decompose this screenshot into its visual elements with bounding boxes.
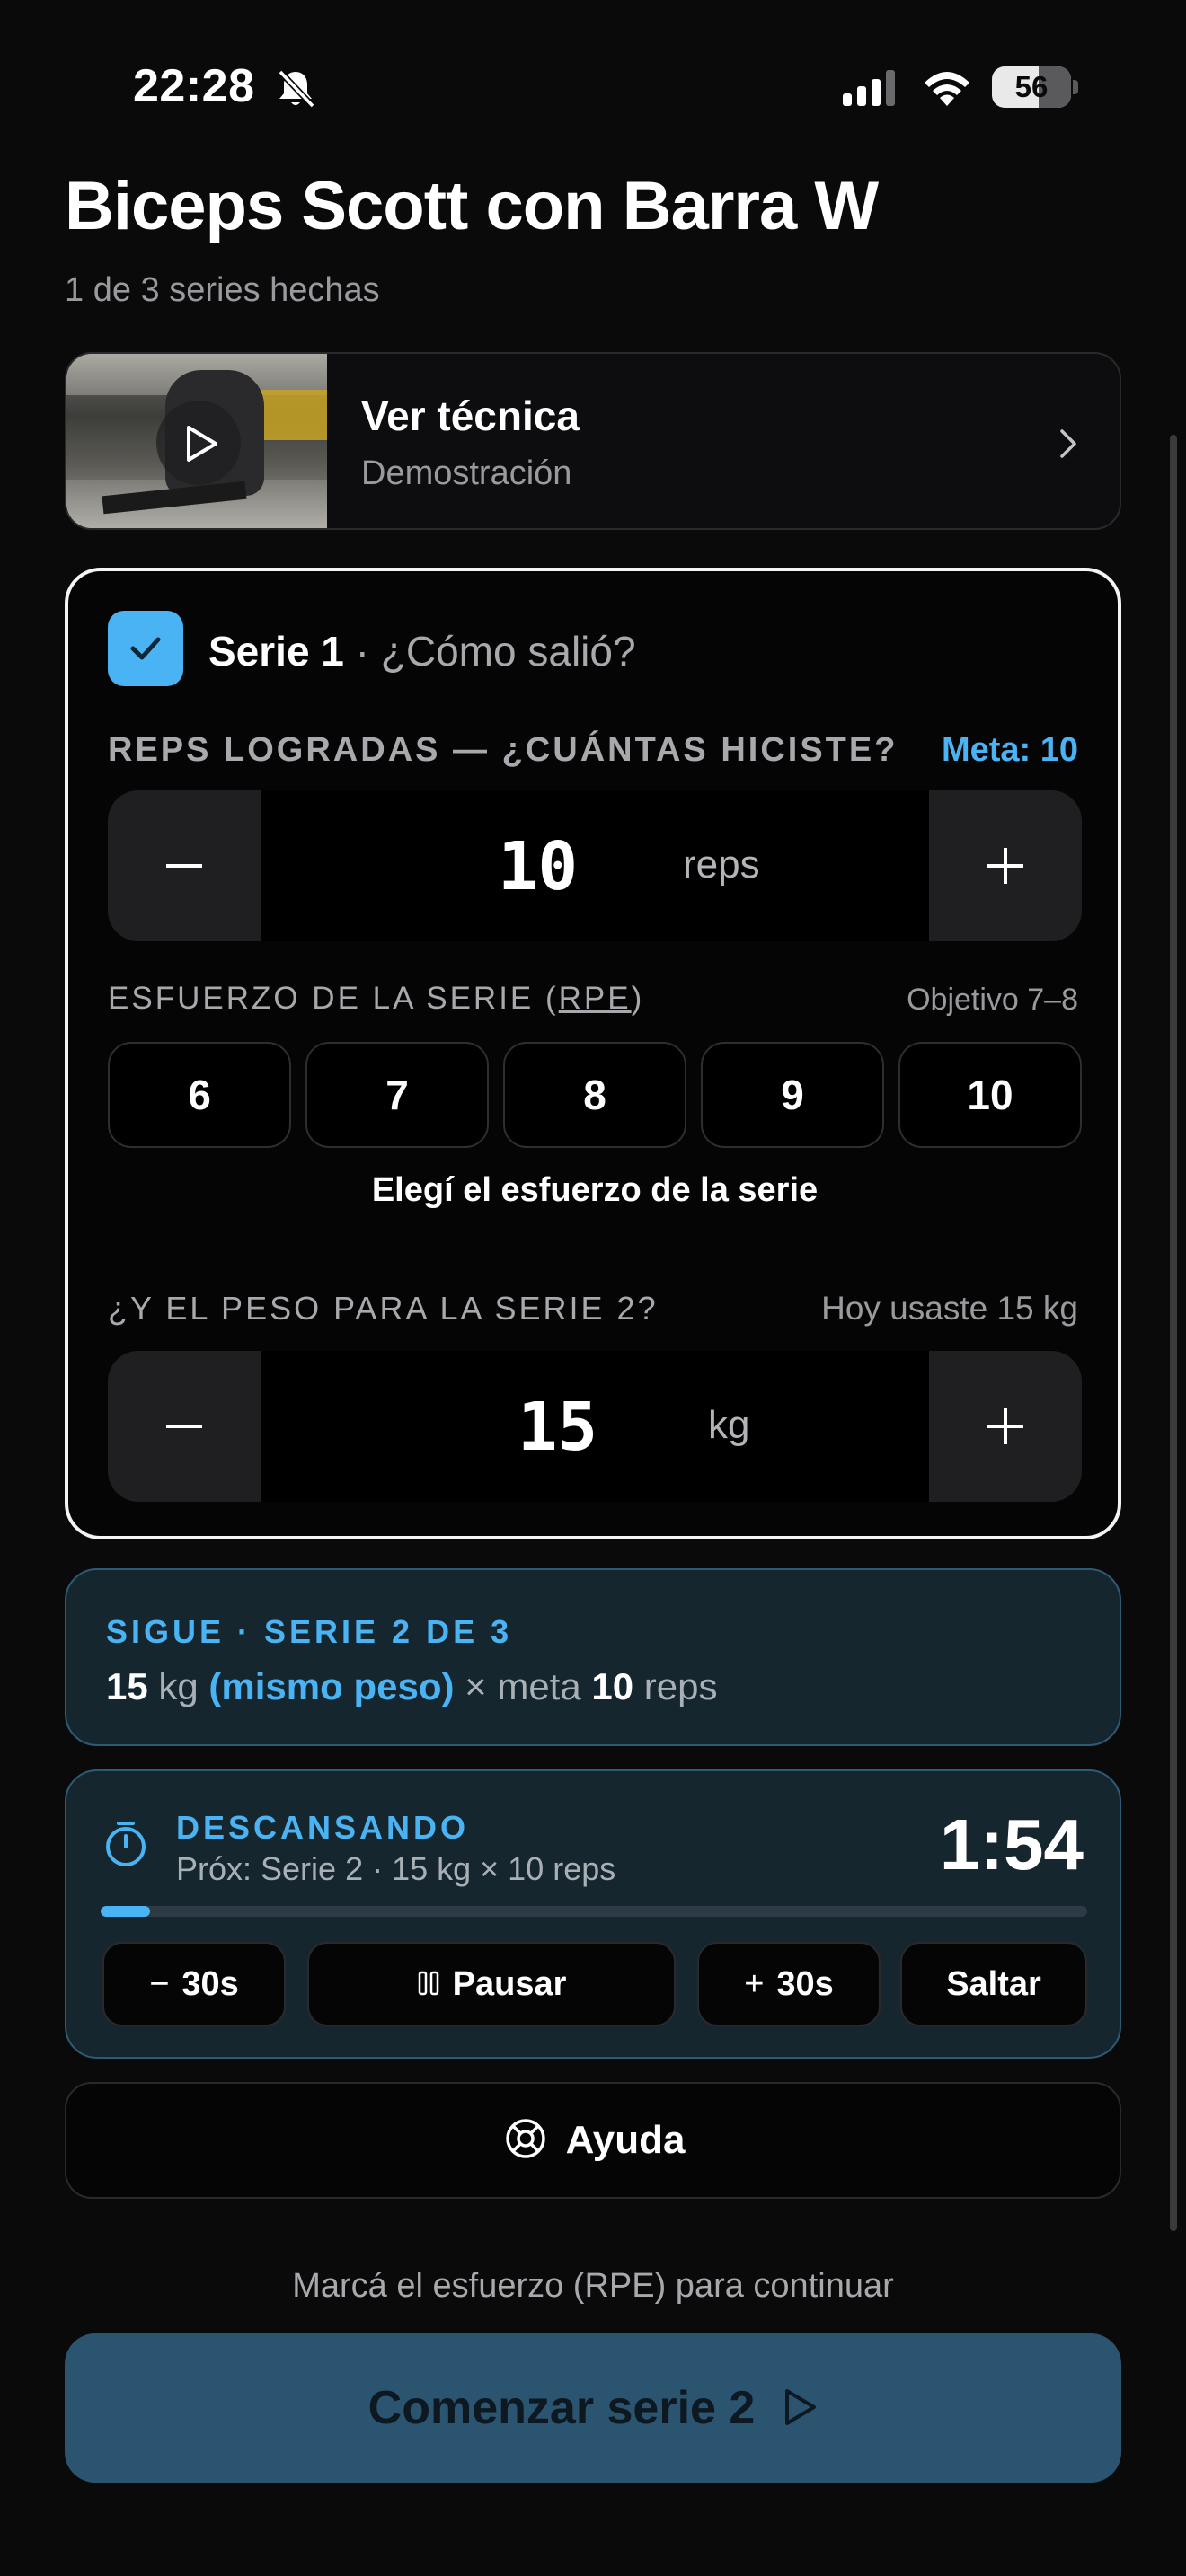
rest-next-info: Próx: Serie 2 · 15 kg × 10 reps (176, 1850, 616, 1887)
rest-pause-button[interactable]: Pausar (307, 1942, 676, 2026)
rpe-option[interactable]: 10 (898, 1042, 1082, 1148)
battery-icon: 56 (992, 66, 1078, 108)
cta-hint: Marcá el esfuerzo (RPE) para continuar (292, 2267, 894, 2305)
plus-icon (987, 848, 1023, 884)
scrollbar[interactable] (1170, 435, 1177, 2231)
series-question: · ¿Cómo salió? (343, 628, 636, 675)
rest-plus-30-button[interactable]: +30s (697, 1942, 881, 2026)
effort-objective: Objetivo 7–8 (907, 983, 1078, 1017)
series-card: Serie 1 · ¿Cómo salió? REPS LOGRADAS — ¿… (65, 568, 1121, 1539)
technique-title: Ver técnica (361, 393, 580, 439)
start-series-button[interactable]: Comenzar serie 2 (65, 2333, 1121, 2483)
rest-skip-button[interactable]: Saltar (900, 1942, 1087, 2026)
status-time: 22:28 (133, 60, 255, 112)
check-icon (130, 637, 161, 660)
reps-value[interactable]: 10 (498, 828, 578, 905)
rpe-option[interactable]: 9 (701, 1042, 884, 1148)
play-icon[interactable] (156, 401, 241, 485)
rest-countdown: 1:54 (939, 1804, 1084, 1884)
help-button[interactable]: Ayuda (65, 2082, 1121, 2199)
rest-minus-30-button[interactable]: −30s (102, 1942, 286, 2026)
minus-icon (166, 1425, 202, 1428)
exercise-title: Biceps Scott con Barra W (65, 168, 879, 244)
battery-level: 56 (1014, 70, 1049, 103)
plus-icon (987, 1408, 1023, 1444)
weight-increment-button[interactable] (929, 1351, 1082, 1502)
technique-thumbnail (66, 354, 327, 528)
series-heading: Serie 1 · ¿Cómo salió? (208, 627, 636, 675)
reps-increment-button[interactable] (929, 790, 1082, 941)
reps-decrement-button[interactable] (108, 790, 261, 941)
weight-value[interactable]: 15 (518, 1389, 597, 1466)
series-checkbox[interactable] (108, 611, 183, 686)
next-series-card: SIGUE · SERIE 2 DE 3 15 kg (mismo peso) … (65, 1568, 1121, 1746)
lifebuoy-icon (505, 2119, 545, 2159)
next-series-heading: SIGUE · SERIE 2 DE 3 (106, 1613, 513, 1650)
chevron-right-icon (1060, 429, 1076, 458)
rpe-abbr[interactable]: RPE (559, 981, 632, 1016)
technique-card[interactable]: Ver técnica Demostración (65, 352, 1121, 530)
reps-goal: Meta: 10 (941, 731, 1078, 769)
minus-icon: − (149, 1965, 170, 2003)
reps-unit: reps (683, 842, 760, 887)
plus-icon: + (744, 1965, 765, 2003)
rpe-option[interactable]: 6 (108, 1042, 291, 1148)
weight-label: ¿Y EL PESO PARA LA SERIE 2? (108, 1290, 659, 1327)
series-progress: 1 de 3 series hechas (65, 271, 380, 309)
signal-icon (843, 70, 895, 106)
status-bar: 22:28 56 (0, 0, 1186, 171)
rest-progress-bar (101, 1906, 1087, 1917)
weight-decrement-button[interactable] (108, 1351, 261, 1502)
rpe-option[interactable]: 8 (503, 1042, 686, 1148)
rpe-selector: 6 7 8 9 10 (108, 1042, 1082, 1148)
play-icon (785, 2389, 817, 2426)
next-series-detail: 15 kg (mismo peso) × meta 10 reps (106, 1665, 718, 1707)
rest-timer-card: DESCANSANDO Próx: Serie 2 · 15 kg × 10 r… (65, 1769, 1121, 2059)
series-label: Serie 1 (208, 628, 344, 675)
reps-stepper: 10 reps (108, 790, 1082, 941)
weight-stepper: 15 kg (108, 1351, 1082, 1502)
pause-icon (417, 1944, 440, 2025)
reps-label: REPS LOGRADAS — ¿CUÁNTAS HICISTE? (108, 731, 898, 769)
effort-caption: Elegí el esfuerzo de la serie (371, 1171, 819, 1209)
effort-label: ESFUERZO DE LA SERIE (RPE) (108, 981, 645, 1016)
wifi-icon (925, 72, 969, 106)
technique-subtitle: Demostración (361, 454, 572, 492)
minus-icon (166, 864, 202, 868)
rest-heading: DESCANSANDO (176, 1809, 470, 1846)
help-label: Ayuda (565, 2118, 686, 2162)
stopwatch-icon (106, 1822, 146, 1866)
weight-hint: Hoy usaste 15 kg (821, 1290, 1078, 1327)
bell-slash-icon (278, 69, 315, 109)
rest-progress-fill (101, 1906, 150, 1917)
rpe-option[interactable]: 7 (305, 1042, 489, 1148)
start-series-label: Comenzar serie 2 (367, 2382, 756, 2434)
weight-unit: kg (708, 1403, 750, 1447)
